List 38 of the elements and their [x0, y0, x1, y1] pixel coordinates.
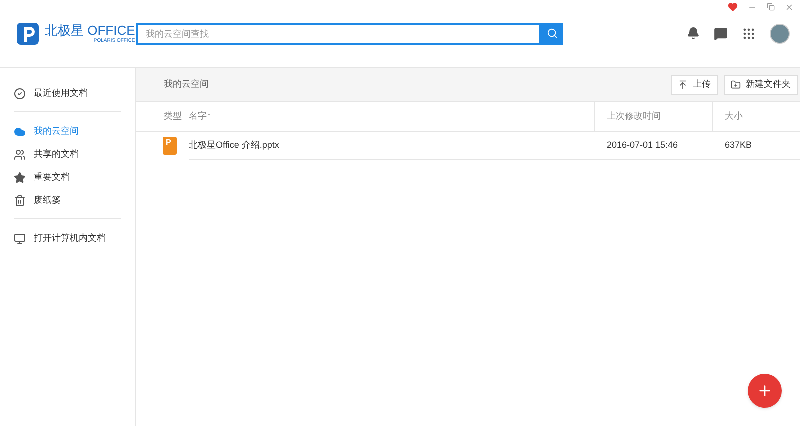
heart-icon[interactable] — [728, 2, 738, 12]
toolbar-button[interactable]: 上传 — [671, 74, 718, 94]
sidebar-item[interactable]: 我的云空间 — [14, 120, 121, 143]
sidebar-item[interactable]: 废纸篓 — [14, 189, 121, 212]
file-name[interactable]: 北极星Office 介绍.pptx — [189, 132, 594, 160]
sidebar-item[interactable]: 最近使用文档 — [14, 82, 121, 105]
logo-icon — [17, 22, 39, 44]
users-icon — [14, 148, 26, 160]
bell-icon[interactable] — [687, 27, 700, 40]
sidebar-item[interactable]: 打开计算机内文档 — [14, 227, 121, 250]
close-icon[interactable] — [785, 2, 794, 12]
sidebar-item[interactable]: 重要文档 — [14, 166, 121, 189]
toolbar-button[interactable]: 新建文件夹 — [724, 74, 798, 94]
search-button[interactable] — [541, 22, 563, 44]
column-header[interactable]: 名字↑ — [189, 110, 594, 124]
plus-icon — [757, 383, 773, 399]
search-field[interactable]: 我的云空间查找 — [136, 22, 541, 44]
sidebar-item[interactable]: 共享的文档 — [14, 143, 121, 166]
monitor-icon — [14, 232, 26, 244]
trash-icon — [14, 194, 26, 206]
folder-plus-icon — [731, 80, 741, 90]
cloud-icon — [14, 126, 26, 138]
upload-icon — [678, 80, 688, 90]
add-button[interactable] — [748, 374, 782, 408]
search-icon — [546, 28, 558, 39]
size-cell: 637KB — [712, 132, 800, 160]
apps-grid-icon[interactable] — [742, 26, 756, 40]
modified-cell: 2016-07-01 15:46 — [594, 132, 712, 160]
column-header[interactable]: 大小 — [712, 102, 800, 131]
column-header[interactable]: 上次修改时间 — [594, 102, 712, 131]
restore-icon[interactable] — [767, 3, 775, 11]
logo-title: 北极星 OFFICE — [45, 24, 136, 36]
pptx-file-icon: P — [163, 137, 177, 155]
column-header: 类型 — [163, 110, 183, 123]
user-avatar[interactable] — [770, 24, 790, 44]
breadcrumb: 我的云空间 — [164, 78, 209, 91]
check-circle-icon — [14, 88, 26, 100]
star-icon — [14, 172, 26, 184]
